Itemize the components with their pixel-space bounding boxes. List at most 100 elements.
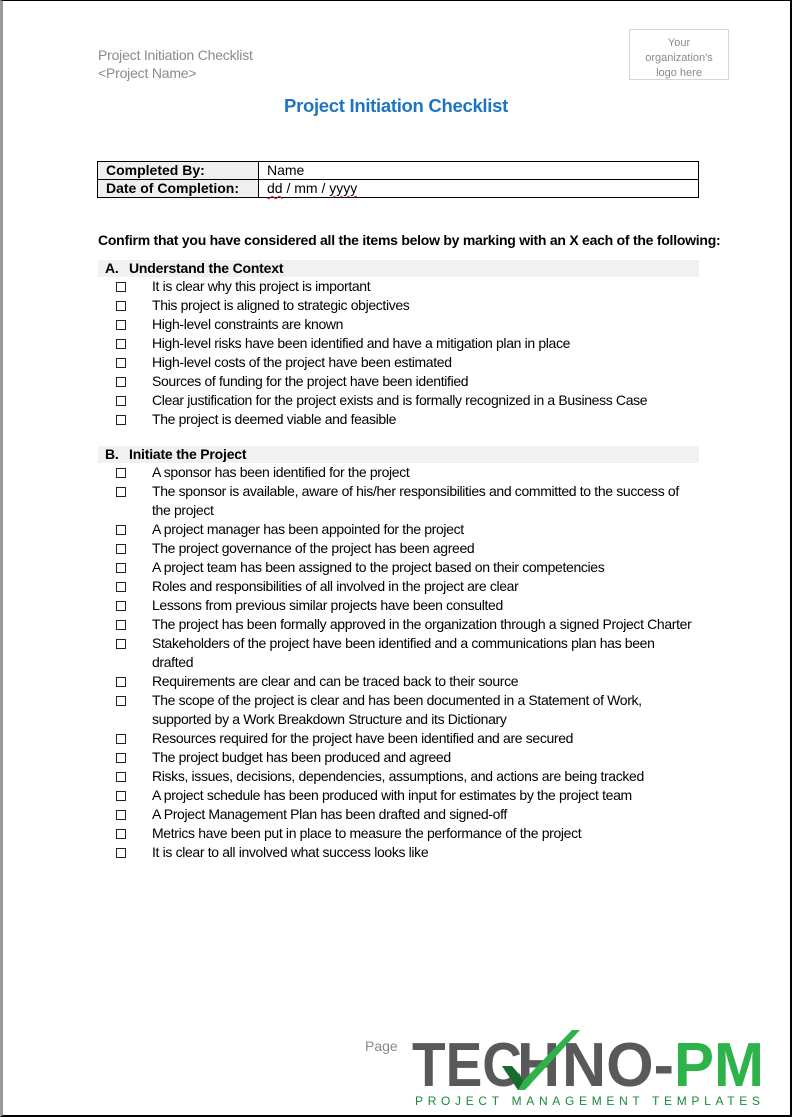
checklist-item-text: The scope of the project is clear and ha… [152, 692, 642, 727]
checklist-item-text: The project has been formally approved i… [152, 616, 692, 632]
date-dd: dd [267, 180, 283, 196]
checkbox[interactable] [116, 487, 126, 497]
checklist-item: The scope of the project is clear and ha… [98, 691, 699, 729]
brand-no: NO- [562, 1031, 674, 1100]
checklist-item: The project governance of the project ha… [98, 539, 699, 558]
checkbox[interactable] [116, 582, 126, 592]
checkbox[interactable] [116, 358, 126, 368]
checklist-item: A project team has been assigned to the … [98, 558, 699, 577]
checklist-item-text: Sources of funding for the project have … [152, 373, 469, 389]
checkbox[interactable] [116, 753, 126, 763]
checkbox[interactable] [116, 639, 126, 649]
checklist-item-text: The project governance of the project ha… [152, 540, 475, 556]
checkbox[interactable] [116, 377, 126, 387]
section-letter: A. [105, 260, 119, 276]
checklist-item-text: High-level risks have been identified an… [152, 335, 571, 351]
completed-by-field[interactable]: Name [258, 161, 699, 180]
brand-tec: TEC [412, 1031, 522, 1100]
checklist-item: Roles and responsibilities of all involv… [98, 577, 699, 596]
instructions: Confirm that you have considered all the… [98, 232, 721, 248]
checkbox[interactable] [116, 601, 126, 611]
checklist-item: The project budget has been produced and… [98, 748, 699, 767]
checklist-item: The project is deemed viable and feasibl… [98, 410, 699, 429]
checkbox[interactable] [116, 468, 126, 478]
checklist-item: Requirements are clear and can be traced… [98, 672, 699, 691]
date-mm: / mm / [282, 180, 330, 196]
checkbox[interactable] [116, 734, 126, 744]
checkbox[interactable] [116, 415, 126, 425]
checkbox[interactable] [116, 772, 126, 782]
checklist-item-text: It is clear to all involved what success… [152, 844, 429, 860]
section-title: Understand the Context [129, 260, 284, 276]
checkbox[interactable] [116, 563, 126, 573]
checklist-item-text: A Project Management Plan has been draft… [152, 806, 507, 822]
checklist-item-text: Risks, issues, decisions, dependencies, … [152, 768, 644, 784]
checklist-item: A project schedule has been produced wit… [98, 786, 699, 805]
date-row: Date of Completion: dd / mm / yyyy [97, 179, 699, 198]
checkbox[interactable] [116, 301, 126, 311]
logo-line: Your [667, 37, 691, 49]
checkbox[interactable] [116, 677, 126, 687]
checklist-item-text: A sponsor has been identified for the pr… [152, 464, 410, 480]
section-heading: B. Initiate the Project [98, 446, 699, 463]
date-yyyy: yyyy [329, 180, 358, 196]
checklist-item-text: Lessons from previous similar projects h… [152, 597, 503, 613]
section-heading: A. Understand the Context [98, 260, 699, 277]
checklist-item: Stakeholders of the project have been id… [98, 634, 699, 672]
date-field[interactable]: dd / mm / yyyy [258, 179, 699, 198]
checkbox[interactable] [116, 696, 126, 706]
checkbox[interactable] [116, 339, 126, 349]
checkbox[interactable] [116, 396, 126, 406]
checklist-item-text: A project team has been assigned to the … [152, 559, 605, 575]
checkbox[interactable] [116, 320, 126, 330]
checklist-item-text: The project budget has been produced and… [152, 749, 451, 765]
checkbox[interactable] [116, 620, 126, 630]
section-initiate-project: B. Initiate the Project A sponsor has been… [98, 446, 699, 862]
section-understand-context: A. Understand the Context It is clear why … [98, 260, 699, 429]
checklist-item-text: Roles and responsibilities of all involv… [152, 578, 519, 594]
header-doc-title: Project Initiation Checklist [98, 47, 253, 63]
checklist-item-text: It is clear why this project is importan… [152, 278, 371, 294]
logo-placeholder: Your organization's logo here [629, 29, 729, 80]
checklist-item: Metrics have been put in place to measur… [98, 824, 699, 843]
checklist-item-text: The sponsor is available, aware of his/h… [152, 483, 679, 518]
checkbox[interactable] [116, 848, 126, 858]
brand-pm: PM [674, 1031, 764, 1100]
checklist-item-text: Resources required for the project have … [152, 730, 574, 746]
page-title: Project Initiation Checklist [284, 95, 508, 116]
checklist-item: The project has been formally approved i… [98, 615, 699, 634]
checklist-item-text: Requirements are clear and can be traced… [152, 673, 519, 689]
checklist-item-text: A project schedule has been produced wit… [152, 787, 632, 803]
checklist-item: A project manager has been appointed for… [98, 520, 699, 539]
checkbox[interactable] [116, 544, 126, 554]
checkbox[interactable] [116, 525, 126, 535]
logo-line: organization's [645, 52, 713, 64]
checklist-item-text: Metrics have been put in place to measur… [152, 825, 582, 841]
date-label: Date of Completion: [97, 179, 259, 198]
checklist-item-text: High-level costs of the project have bee… [152, 354, 452, 370]
checklist-item: High-level risks have been identified an… [98, 334, 699, 353]
checkbox[interactable] [116, 829, 126, 839]
checklist-item: A Project Management Plan has been draft… [98, 805, 699, 824]
header-project-name: <Project Name> [98, 65, 197, 81]
checkbox[interactable] [116, 282, 126, 292]
section-letter: B. [105, 446, 119, 462]
checklist-item-text: A project manager has been appointed for… [152, 521, 464, 537]
completion-info-table: Completed By: Name Date of Completion: d… [97, 161, 699, 198]
checklist-item: Resources required for the project have … [98, 729, 699, 748]
logo-line: logo here [656, 67, 702, 79]
checklist-item: High-level costs of the project have bee… [98, 353, 699, 372]
checklist-item: Lessons from previous similar projects h… [98, 596, 699, 615]
checkbox[interactable] [116, 791, 126, 801]
checklist-item: Clear justification for the project exis… [98, 391, 699, 410]
section-title: Initiate the Project [129, 446, 247, 462]
running-header: Project Initiation Checklist <Project Na… [98, 46, 253, 82]
checklist-item: It is clear why this project is importan… [98, 277, 699, 296]
checkbox[interactable] [116, 810, 126, 820]
checklist-item: Risks, issues, decisions, dependencies, … [98, 767, 699, 786]
checklist-item-text: High-level constraints are known [152, 316, 344, 332]
checklist-item-text: The project is deemed viable and feasibl… [152, 411, 397, 427]
checklist-item-text: Stakeholders of the project have been id… [152, 635, 655, 670]
techno-pm-logo: TEC H NO- PM PROJECT MANAGEMENT TEMPLATE… [412, 1030, 764, 1108]
checklist-item: The sponsor is available, aware of his/h… [98, 482, 699, 520]
